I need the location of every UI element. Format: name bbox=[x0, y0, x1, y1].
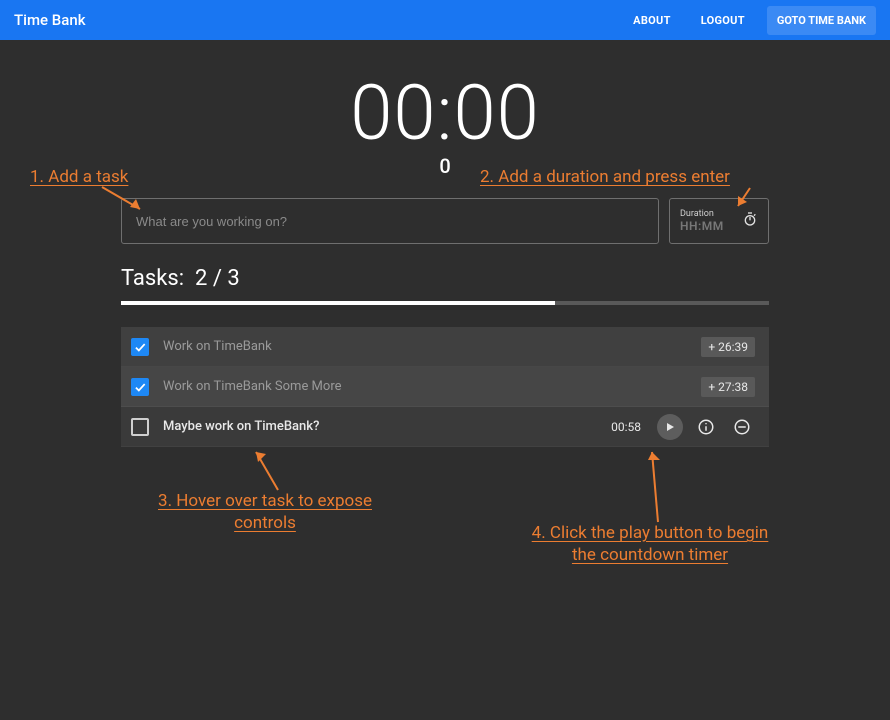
task-label: Work on TimeBank bbox=[163, 339, 701, 354]
goto-timebank-button[interactable]: GOTO TIME BANK bbox=[767, 6, 876, 35]
time-badge: + 26:39 bbox=[701, 337, 755, 357]
time-badge: + 27:38 bbox=[701, 377, 755, 397]
app-title: Time Bank bbox=[14, 11, 625, 29]
tasks-progress bbox=[121, 301, 769, 305]
callout-1: 1. Add a task bbox=[30, 166, 128, 188]
remove-button[interactable] bbox=[729, 414, 755, 440]
task-list: Work on TimeBank + 26:39 Work on TimeBan… bbox=[121, 327, 769, 447]
checkbox-unchecked-icon[interactable] bbox=[131, 418, 149, 436]
callout-3: 3. Hover over task to expose controls bbox=[120, 490, 410, 534]
stopwatch-icon bbox=[742, 211, 758, 231]
task-name-input[interactable] bbox=[136, 214, 644, 229]
task-label: Maybe work on TimeBank? bbox=[163, 419, 611, 434]
task-label: Work on TimeBank Some More bbox=[163, 379, 701, 394]
logout-link[interactable]: LOGOUT bbox=[693, 8, 753, 33]
input-row: Duration HH:MM bbox=[121, 198, 769, 244]
timer-area: 00:00 0 bbox=[0, 68, 890, 178]
callout-4: 4. Click the play button to begin the co… bbox=[500, 522, 800, 566]
task-row-controls: 00:58 bbox=[611, 414, 755, 440]
info-button[interactable] bbox=[693, 414, 719, 440]
countdown-sub: 0 bbox=[0, 154, 890, 178]
play-button[interactable] bbox=[657, 414, 683, 440]
duration-label: Duration bbox=[680, 209, 724, 219]
arrow-icon bbox=[648, 446, 678, 524]
duration-placeholder: HH:MM bbox=[680, 219, 724, 233]
callout-2: 2. Add a duration and press enter bbox=[480, 166, 730, 188]
task-row[interactable]: Work on TimeBank Some More + 27:38 bbox=[121, 367, 769, 407]
tasks-label: Tasks: bbox=[121, 266, 184, 291]
task-name-field[interactable] bbox=[121, 198, 659, 244]
checkbox-checked-icon[interactable] bbox=[131, 378, 149, 396]
checkbox-checked-icon[interactable] bbox=[131, 338, 149, 356]
nav: ABOUT LOGOUT GOTO TIME BANK bbox=[625, 6, 876, 35]
about-link[interactable]: ABOUT bbox=[625, 8, 679, 33]
tasks-progress-fill bbox=[121, 301, 555, 305]
arrow-icon bbox=[250, 446, 290, 492]
top-bar: Time Bank ABOUT LOGOUT GOTO TIME BANK bbox=[0, 0, 890, 40]
tasks-count: 2 / 3 bbox=[195, 266, 240, 291]
tasks-header: Tasks: 2 / 3 bbox=[121, 266, 769, 305]
countdown-display: 00:00 bbox=[0, 68, 890, 158]
task-row[interactable]: Maybe work on TimeBank? 00:58 bbox=[121, 407, 769, 447]
task-row[interactable]: Work on TimeBank + 26:39 bbox=[121, 327, 769, 367]
task-time: 00:58 bbox=[611, 420, 641, 434]
duration-field[interactable]: Duration HH:MM bbox=[669, 198, 769, 244]
